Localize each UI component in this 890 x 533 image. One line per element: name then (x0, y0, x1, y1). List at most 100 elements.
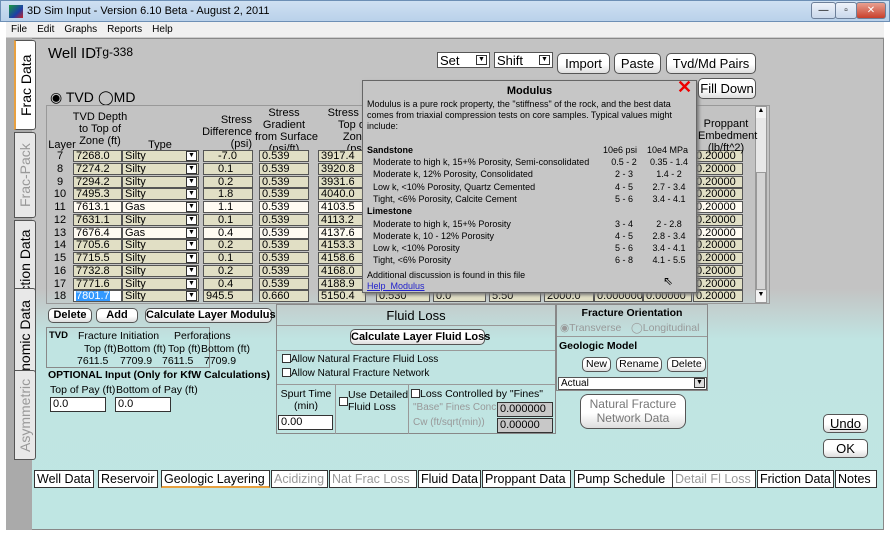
top-cell[interactable]: 3917.4 (318, 150, 366, 162)
type-cell[interactable]: Silty ▼ (122, 252, 199, 264)
use-detailed-fluid-loss-checkbox[interactable]: Use Detailed Fluid Loss (339, 389, 408, 413)
paste-button[interactable]: Paste (614, 53, 661, 74)
grad-cell[interactable]: 0.539 (259, 277, 309, 290)
top-cell[interactable]: 4168.0 (318, 264, 366, 277)
diff-cell[interactable]: 0.4 (203, 226, 253, 239)
proppant-cell[interactable]: 0.20000 (693, 226, 743, 239)
menu-reports[interactable]: Reports (102, 22, 147, 35)
chevron-down-icon[interactable]: ▼ (186, 163, 197, 174)
tab-nat-frac-loss[interactable]: Nat Frac Loss (329, 470, 417, 488)
bottom-of-pay-input[interactable]: 0.0 (115, 397, 171, 412)
tab-proppant-data[interactable]: Proppant Data (482, 470, 571, 488)
diff-cell[interactable]: 0.1 (203, 252, 253, 264)
type-cell[interactable]: Silty ▼ (122, 213, 199, 226)
depth-cell[interactable]: 7705.6 (73, 239, 122, 252)
type-cell[interactable]: Silty ▼ (122, 290, 199, 303)
type-cell[interactable]: Silty ▼ (122, 150, 199, 162)
type-cell[interactable]: Silty ▼ (122, 188, 199, 201)
depth-cell[interactable]: 7801.7 (73, 290, 122, 303)
import-button[interactable]: Import (557, 53, 610, 74)
depth-cell[interactable]: 7613.1 (73, 201, 122, 213)
tab-geologic-layering[interactable]: Geologic Layering (161, 470, 270, 488)
cw-input[interactable]: 0.00000 (497, 418, 553, 433)
type-cell[interactable]: Silty ▼ (122, 175, 199, 188)
diff-cell[interactable]: 0.4 (203, 277, 253, 290)
delete-layer-button[interactable]: Delete (48, 308, 92, 323)
chevron-down-icon[interactable]: ▼ (186, 176, 197, 187)
depth-cell[interactable]: 7715.5 (73, 252, 122, 264)
loss-controlled-fines-checkbox[interactable]: Loss Controlled by "Fines" (411, 388, 543, 400)
help-modulus-link[interactable]: Help_Modulus (367, 281, 425, 291)
top-cell[interactable]: 4188.9 (318, 277, 366, 290)
grad-cell[interactable]: 0.539 (259, 150, 309, 162)
tab-well-data[interactable]: Well Data (34, 470, 94, 488)
base-fines-input[interactable]: 0.000000 (497, 402, 553, 417)
tab-fluid-data[interactable]: Fluid Data (418, 470, 481, 488)
tab-friction-data[interactable]: Friction Data (757, 470, 834, 488)
tab-acidizing[interactable]: Acidizing (271, 470, 328, 488)
top-cell[interactable]: 3931.6 (318, 175, 366, 188)
tvd-md-pairs-button[interactable]: Tvd/Md Pairs (666, 53, 756, 74)
geologic-model-select[interactable]: Actual ▼ (558, 377, 707, 390)
type-cell[interactable]: Gas ▼ (122, 226, 199, 239)
grad-cell[interactable]: 0.539 (259, 239, 309, 252)
diff-cell[interactable]: 0.2 (203, 175, 253, 188)
undo-button[interactable]: Undo (823, 414, 868, 433)
menu-help[interactable]: Help (147, 22, 178, 35)
longitudinal-radio[interactable]: ◯Longitudinal (631, 322, 699, 334)
menu-edit[interactable]: Edit (32, 22, 59, 35)
type-cell[interactable]: Silty ▼ (122, 277, 199, 290)
diff-cell[interactable]: -7.0 (203, 150, 253, 162)
tab-pump-schedule[interactable]: Pump Schedule (574, 470, 673, 488)
type-cell[interactable]: Silty ▼ (122, 239, 199, 252)
chevron-down-icon[interactable]: ▼ (186, 227, 197, 238)
new-model-button[interactable]: New (582, 357, 611, 372)
diff-cell[interactable]: 0.1 (203, 162, 253, 175)
grad-cell[interactable]: 0.539 (259, 264, 309, 277)
tab-notes[interactable]: Notes (835, 470, 877, 488)
top-cell[interactable]: 4153.3 (318, 239, 366, 252)
tab-frac-data[interactable]: Frac Data (14, 40, 36, 130)
md-radio[interactable]: ◯MD (98, 89, 135, 106)
grad-cell[interactable]: 0.539 (259, 201, 309, 213)
type-cell[interactable]: Silty ▼ (122, 264, 199, 277)
proppant-cell[interactable]: 0.20000 (693, 239, 743, 252)
minimize-icon[interactable]: — (811, 2, 836, 19)
allow-nat-frac-network-checkbox[interactable]: Allow Natural Fracture Network (282, 368, 429, 379)
chevron-down-icon[interactable]: ▼ (186, 278, 197, 289)
set-select[interactable]: Set ▼ (437, 52, 490, 68)
close-icon[interactable]: ✕ (677, 77, 692, 98)
spurt-time-input[interactable]: 0.00 (278, 415, 333, 430)
depth-cell[interactable]: 7274.2 (73, 162, 122, 175)
chevron-down-icon[interactable]: ▼ (186, 202, 197, 212)
depth-cell[interactable]: 7294.2 (73, 175, 122, 188)
calculate-layer-modulus-button[interactable]: Calculate Layer Modulus (145, 308, 276, 323)
depth-cell[interactable]: 7495.3 (73, 188, 122, 201)
top-cell[interactable]: 4137.6 (318, 226, 366, 239)
tab-asymmetric[interactable]: Asymmetric (14, 370, 36, 460)
proppant-cell[interactable]: 0.20000 (693, 213, 743, 226)
rename-model-button[interactable]: Rename (616, 357, 662, 372)
depth-cell[interactable]: 7676.4 (73, 226, 122, 239)
chevron-down-icon[interactable]: ▼ (186, 151, 197, 161)
add-layer-button[interactable]: Add (96, 308, 138, 323)
menu-file[interactable]: File (6, 22, 32, 35)
proppant-cell[interactable]: 0.20000 (693, 252, 743, 264)
grad-cell[interactable]: 0.539 (259, 188, 309, 201)
chevron-down-icon[interactable]: ▼ (186, 240, 197, 251)
proppant-cell[interactable]: 0.20000 (693, 175, 743, 188)
top-of-pay-input[interactable]: 0.0 (50, 397, 106, 412)
scroll-down-icon[interactable]: ▼ (756, 291, 766, 302)
type-cell[interactable]: Silty ▼ (122, 162, 199, 175)
grad-cell[interactable]: 0.539 (259, 162, 309, 175)
chevron-down-icon[interactable]: ▼ (186, 291, 197, 302)
diff-cell[interactable]: 945.5 (203, 290, 253, 303)
chevron-down-icon[interactable]: ▼ (186, 253, 197, 263)
type-cell[interactable]: Gas ▼ (122, 201, 199, 213)
depth-cell[interactable]: 7268.0 (73, 150, 122, 162)
allow-nat-frac-loss-checkbox[interactable]: Allow Natural Fracture Fluid Loss (282, 354, 438, 365)
depth-cell[interactable]: 7771.6 (73, 277, 122, 290)
delete-model-button[interactable]: Delete (667, 357, 706, 372)
chevron-down-icon[interactable]: ▼ (186, 214, 197, 225)
top-cell[interactable]: 4113.2 (318, 213, 366, 226)
